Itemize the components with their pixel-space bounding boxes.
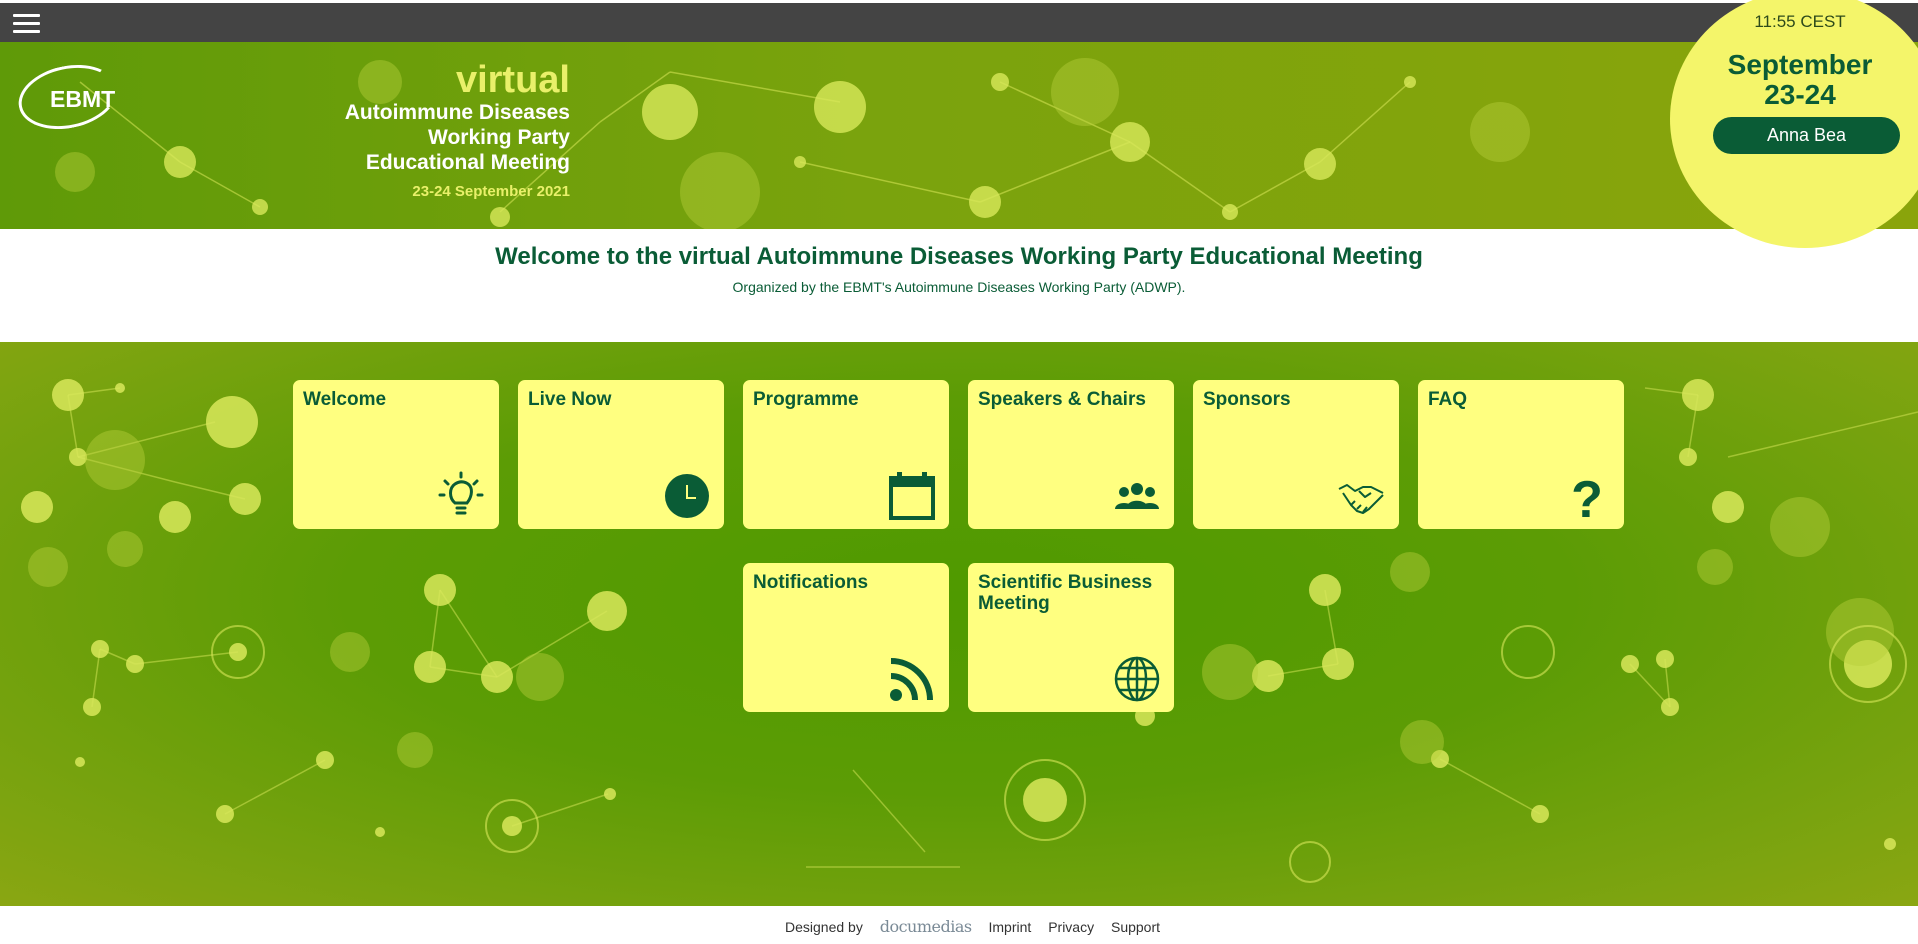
network-pattern (21, 379, 1918, 883)
tile-scientific-business-meeting[interactable]: Scientific Business Meeting (968, 563, 1174, 712)
event-dates: 23-24 September 2021 (412, 183, 570, 200)
event-title-line-3: Educational Meeting (365, 151, 570, 174)
tile-label: FAQ (1428, 389, 1468, 410)
tile-label: Welcome (303, 389, 387, 410)
handshake-icon (1338, 484, 1384, 514)
tiles-area: Welcome Live Now Programme Speakers & Ch… (0, 342, 1918, 906)
tile-programme[interactable]: Programme (743, 380, 949, 529)
imprint-link[interactable]: Imprint (989, 919, 1032, 935)
event-banner: EBMT virtual Autoimmune Diseases Working… (0, 42, 1918, 229)
event-virtual-label: virtual (455, 59, 570, 101)
event-title-line-1: Autoimmune Diseases (344, 101, 570, 124)
date-month: September (1727, 49, 1873, 80)
tile-welcome[interactable]: Welcome (293, 380, 499, 529)
date-days: 23-24 (1764, 79, 1836, 110)
documedias-logo[interactable]: documedias (880, 917, 972, 936)
tile-faq[interactable]: FAQ ? (1418, 380, 1624, 529)
welcome-section: Welcome to the virtual Autoimmune Diseas… (0, 229, 1918, 342)
tile-label: Sponsors (1203, 389, 1291, 410)
page-subtitle: Organized by the EBMT's Autoimmune Disea… (732, 279, 1186, 295)
user-button[interactable]: Anna Bea (1713, 117, 1900, 154)
tile-label: Programme (753, 389, 859, 410)
network-pattern (55, 58, 1530, 229)
designed-by-label: Designed by (785, 919, 863, 935)
lightbulb-icon (438, 471, 484, 515)
event-title-line-2: Working Party (428, 126, 570, 149)
tile-live-now[interactable]: Live Now (518, 380, 724, 529)
tile-sponsors[interactable]: Sponsors (1193, 380, 1399, 529)
current-time: 11:55 CEST (1754, 12, 1846, 31)
clock-icon (665, 474, 709, 518)
support-link[interactable]: Support (1111, 919, 1160, 935)
tile-notifications[interactable]: Notifications (743, 563, 949, 712)
question-icon: ? (1571, 471, 1603, 521)
footer: Designed by documedias Imprint Privacy S… (0, 906, 1918, 944)
event-title: virtual Autoimmune Diseases Working Part… (345, 60, 570, 200)
svg-text:?: ? (1571, 471, 1603, 521)
tile-speakers-chairs[interactable]: Speakers & Chairs (968, 380, 1174, 529)
ebmt-logo: EBMT (12, 56, 124, 138)
top-bar (0, 3, 1918, 42)
calendar-icon (889, 472, 935, 520)
tile-label: Live Now (528, 389, 612, 410)
tile-label: Notifications (753, 572, 869, 593)
rss-icon (890, 658, 933, 701)
menu-icon[interactable] (13, 14, 40, 34)
privacy-link[interactable]: Privacy (1048, 919, 1094, 935)
globe-icon (1114, 656, 1160, 702)
event-date-badge-text: September 23-24 (1700, 50, 1900, 110)
tile-label: Scientific Business Meeting (978, 572, 1153, 614)
people-icon (1115, 483, 1159, 509)
page-title: Welcome to the virtual Autoimmune Diseas… (495, 243, 1423, 270)
tile-label: Speakers & Chairs (978, 389, 1146, 410)
